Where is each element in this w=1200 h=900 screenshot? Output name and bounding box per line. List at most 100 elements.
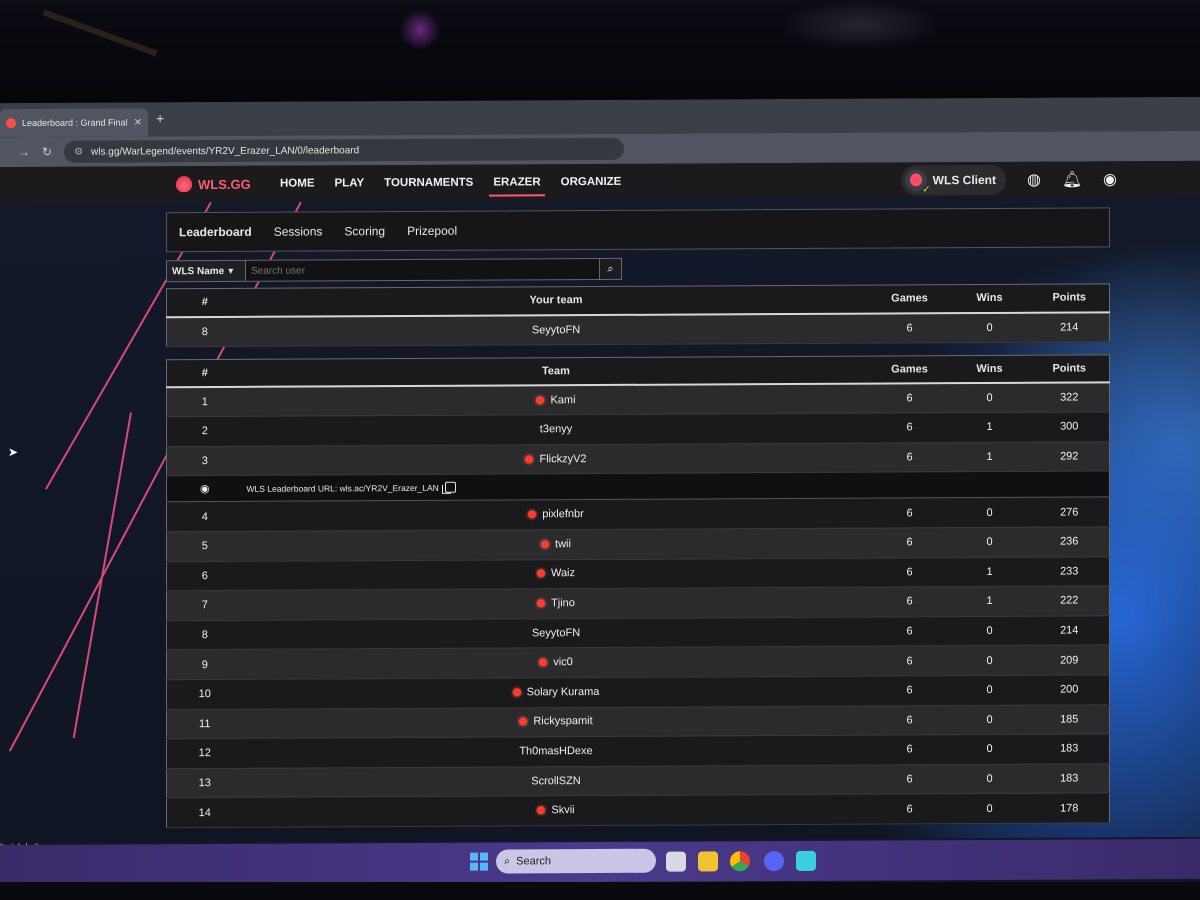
team-cell: Solary Kurama <box>242 676 870 709</box>
rank-cell: 14 <box>166 797 243 828</box>
team-cell: Rickyspamit <box>242 705 870 739</box>
games-cell: 6 <box>869 616 950 647</box>
tab-leaderboard[interactable]: Leaderboard <box>179 225 252 239</box>
tab-title: Leaderboard : Grand Final | Era: <box>22 117 128 129</box>
team-name[interactable]: Tjino <box>551 597 575 609</box>
search-row: WLS Name ▾ ⌕ <box>166 255 1110 283</box>
nav-play[interactable]: PLAY <box>325 165 375 201</box>
wins-cell: 1 <box>949 586 1030 617</box>
team-name[interactable]: Rickyspamit <box>533 715 592 727</box>
team-cell: t3enyy <box>242 413 870 447</box>
team-name[interactable]: twii <box>555 538 571 550</box>
team-name[interactable]: Kami <box>550 394 575 406</box>
team-name[interactable]: pixlefnbr <box>542 508 584 520</box>
team-name[interactable]: SeyytoFN <box>532 627 580 639</box>
header-actions: WLS Client ◍ 🔔︎ ◉ <box>900 164 1120 196</box>
col-rank: # <box>166 358 243 388</box>
team-cell: Kami <box>242 383 870 417</box>
new-tab-button[interactable]: + <box>156 110 164 126</box>
main-nav: HOME PLAY TOURNAMENTS ERAZER ORGANIZE <box>270 164 631 202</box>
live-indicator-icon <box>541 540 550 549</box>
wins-cell: 0 <box>949 675 1030 706</box>
points-cell: 214 <box>1029 311 1110 342</box>
points-cell: 222 <box>1029 585 1110 617</box>
tab-sessions[interactable]: Sessions <box>274 224 323 238</box>
close-tab-icon[interactable]: ✕ <box>134 117 142 128</box>
taskbar-search-label: Search <box>516 855 552 868</box>
nav-erazer[interactable]: ERAZER <box>483 164 550 200</box>
points-cell: 322 <box>1029 382 1110 413</box>
col-rank: # <box>166 288 243 317</box>
app-icon[interactable] <box>796 850 816 871</box>
room-background <box>0 0 1200 105</box>
team-cell: ScrollSZN <box>242 764 870 798</box>
points-cell: 292 <box>1029 441 1110 472</box>
live-indicator-icon <box>525 454 534 463</box>
search-icon: ⌕ <box>504 854 511 868</box>
team-cell: twii <box>242 528 870 561</box>
profile-icon[interactable]: ◉ <box>1100 169 1120 189</box>
wins-cell: 1 <box>949 412 1030 443</box>
rank-cell: 12 <box>166 738 243 769</box>
nav-organize[interactable]: ORGANIZE <box>551 164 632 200</box>
site-info-icon[interactable]: ⚙ <box>74 146 83 157</box>
your-team-table: # Your team Games Wins Points 8 SeyytoFN… <box>166 283 1110 347</box>
nav-home[interactable]: HOME <box>270 165 325 201</box>
search-input[interactable] <box>246 258 600 282</box>
copy-icon[interactable] <box>444 482 456 494</box>
forward-icon[interactable]: → <box>18 145 30 159</box>
windows-start-icon[interactable] <box>470 852 488 871</box>
taskbar-search[interactable]: ⌕ Search <box>496 848 656 874</box>
rank-cell: 8 <box>166 316 243 347</box>
your-team-row[interactable]: 8 SeyytoFN 6 0 214 <box>166 311 1110 347</box>
bell-icon[interactable]: 🔔︎ <box>1062 169 1082 189</box>
games-cell: 6 <box>869 383 950 414</box>
browser-tab[interactable]: Leaderboard : Grand Final | Era: ✕ <box>0 108 148 138</box>
site-logo[interactable]: WLS.GG <box>176 176 251 193</box>
search-button[interactable]: ⌕ <box>600 257 622 280</box>
team-cell: SeyytoFN <box>242 313 870 346</box>
team-name[interactable]: vic0 <box>553 656 573 668</box>
monitor-screen: Leaderboard : Grand Final | Era: ✕ + → ↻… <box>0 96 1200 889</box>
team-name[interactable]: Th0masHDexe <box>519 745 592 757</box>
team-name[interactable]: t3enyy <box>540 424 572 436</box>
table-row[interactable]: 14 Skvii 6 0 178 <box>166 793 1110 828</box>
tab-prizepool[interactable]: Prizepool <box>407 224 457 238</box>
wins-cell: 0 <box>949 312 1030 343</box>
task-view-icon[interactable] <box>666 851 686 872</box>
team-name[interactable]: Skvii <box>551 804 574 816</box>
search-filter-select[interactable]: WLS Name ▾ <box>166 259 246 283</box>
live-indicator-icon <box>537 599 546 608</box>
logo-mark-icon <box>176 176 192 193</box>
team-cell: pixlefnbr <box>242 498 870 532</box>
team-name[interactable]: ScrollSZN <box>531 775 581 787</box>
team-cell: FlickzyV2 <box>242 442 870 476</box>
team-name[interactable]: FlickzyV2 <box>539 453 586 465</box>
globe-icon[interactable]: ◍ <box>1024 170 1044 190</box>
games-cell: 6 <box>869 586 950 617</box>
col-team: Your team <box>242 285 870 317</box>
chrome-icon[interactable] <box>730 851 750 872</box>
mouse-cursor-icon: ➤ <box>8 445 19 460</box>
points-cell: 276 <box>1029 497 1110 528</box>
games-cell: 6 <box>869 527 950 558</box>
games-cell: 6 <box>869 312 950 343</box>
team-name[interactable]: Solary Kurama <box>527 686 600 698</box>
reload-icon[interactable]: ↻ <box>42 145 52 159</box>
wins-cell: 0 <box>949 382 1030 413</box>
live-indicator-icon <box>528 510 537 519</box>
wins-cell: 0 <box>949 497 1030 528</box>
rank-cell: 8 <box>166 620 243 651</box>
tab-scoring[interactable]: Scoring <box>344 224 385 238</box>
col-wins: Wins <box>949 284 1030 313</box>
file-explorer-icon[interactable] <box>698 851 718 872</box>
discord-icon[interactable] <box>764 851 784 872</box>
games-cell: 6 <box>869 764 950 795</box>
team-name[interactable]: Waiz <box>551 567 575 579</box>
wls-client-button[interactable]: WLS Client <box>900 164 1006 196</box>
points-cell: 183 <box>1029 763 1110 794</box>
wins-cell: 0 <box>949 763 1030 794</box>
address-bar[interactable]: ⚙ wls.gg/WarLegend/events/YR2V_Erazer_LA… <box>64 137 625 163</box>
rank-cell: 5 <box>166 531 243 562</box>
nav-tournaments[interactable]: TOURNAMENTS <box>374 165 483 202</box>
